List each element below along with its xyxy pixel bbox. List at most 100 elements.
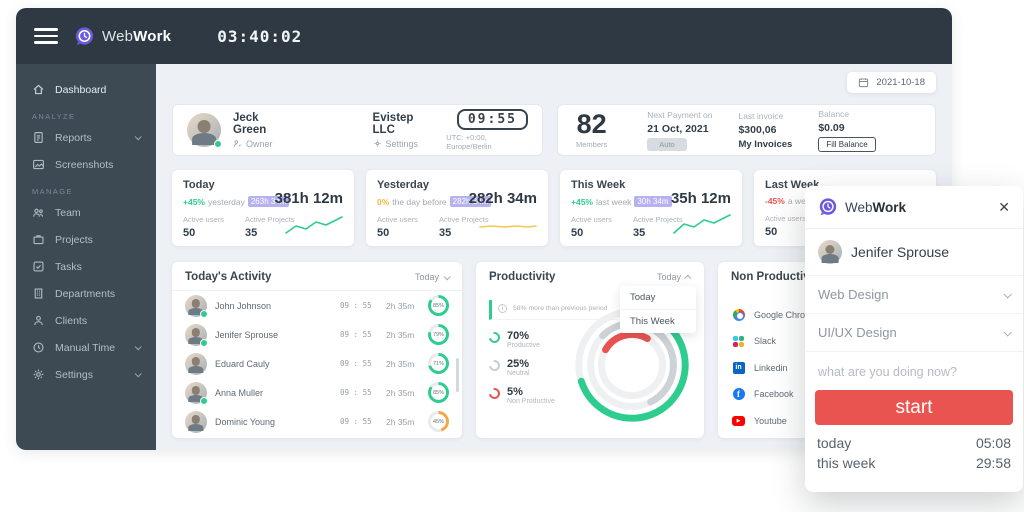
productivity-filter-dropdown[interactable]: Today <box>657 272 691 282</box>
activity-filter-dropdown[interactable]: Today <box>415 272 449 282</box>
avatar <box>185 353 207 375</box>
activity-description-input[interactable] <box>805 352 1023 388</box>
filter-menu: Today This Week <box>620 286 696 333</box>
productivity-ring: 85% <box>428 382 449 403</box>
sparkline <box>478 213 538 237</box>
productivity-ring: 85% <box>428 295 449 316</box>
productive-arc-icon <box>487 330 502 345</box>
week-total: 29:58 <box>976 455 1011 471</box>
delta-value: 0% <box>377 197 389 207</box>
chevron-down-icon <box>1003 328 1011 336</box>
brand-logo: WebWork <box>74 26 171 47</box>
youtube-icon: ▶ <box>732 414 745 427</box>
team-icon <box>32 206 45 219</box>
activity-card: Today's Activity Today John Johnson 09 :… <box>172 262 462 438</box>
menu-item-today[interactable]: Today <box>620 286 696 310</box>
gear-icon <box>32 368 45 381</box>
activity-row[interactable]: Anna Muller 09 : 55 2h 35m 85% <box>172 378 462 407</box>
neutral-arc-icon <box>487 358 502 373</box>
stat-card-this-week: This Week +45% last week 30h 34m 35h 12m… <box>560 170 742 246</box>
sparkline <box>672 213 732 237</box>
delta-value: +45% <box>183 197 205 207</box>
tracker-brand: WebWork <box>845 200 906 215</box>
sidebar-item-tasks[interactable]: Tasks <box>16 253 156 280</box>
avatar <box>185 411 207 433</box>
clock-icon <box>32 341 45 354</box>
hamburger-menu-icon[interactable] <box>34 28 58 44</box>
chevron-down-icon <box>135 370 142 377</box>
user-role: Owner <box>233 139 291 149</box>
productivity-ring: 79% <box>428 324 449 345</box>
info-icon: i <box>498 304 507 313</box>
activity-row[interactable]: Eduard Cauly 09 : 55 2h 35m 71% <box>172 349 462 378</box>
online-status-dot <box>200 310 208 318</box>
delta-value: +45% <box>571 197 593 207</box>
calendar-icon <box>858 77 869 88</box>
home-icon <box>32 83 45 96</box>
productivity-card: Productivity Today Today This Week i 58%… <box>476 262 704 438</box>
sidebar-section-analyze: ANALYZE <box>16 103 156 124</box>
non-productive-arc-icon <box>487 386 502 401</box>
avatar <box>185 382 207 404</box>
auto-badge: Auto <box>647 138 686 151</box>
stat-card-today: Today +45% yesterday 263h 34m 381h 12m A… <box>172 170 354 246</box>
company-name: Evistep LLC <box>373 112 435 136</box>
gear-icon <box>373 139 382 148</box>
productivity-title: Productivity <box>489 271 555 283</box>
task-select[interactable]: UI/UX Design <box>805 314 1023 352</box>
sidebar-item-clients[interactable]: Clients <box>16 307 156 334</box>
fill-balance-button[interactable]: Fill Balance <box>818 137 875 152</box>
tracked-time-counter: 03:40:02 <box>217 27 302 46</box>
company-settings-link[interactable]: Settings <box>373 139 435 149</box>
activity-row[interactable]: Dominic Young 09 : 55 2h 35m 45% <box>172 407 462 436</box>
sidebar-item-reports[interactable]: Reports <box>16 124 156 151</box>
total-hours: 282h 34m <box>469 190 537 207</box>
sidebar-item-departments[interactable]: Departments <box>16 280 156 307</box>
project-select[interactable]: Web Design <box>805 276 1023 314</box>
timezone-label: UTC: +0:00, Europe/Berlin <box>446 133 528 151</box>
activity-title: Today's Activity <box>185 271 271 283</box>
sidebar-item-manual-time[interactable]: Manual Time <box>16 334 156 361</box>
activity-row[interactable]: John Johnson 09 : 55 2h 35m 85% <box>172 291 462 320</box>
sidebar-item-projects[interactable]: Projects <box>16 226 156 253</box>
tracker-summary: today05:08 this week29:58 <box>805 431 1023 475</box>
sidebar-item-screenshots[interactable]: Screenshots <box>16 151 156 178</box>
close-icon[interactable]: ✕ <box>998 200 1010 214</box>
chevron-down-icon <box>1003 290 1011 298</box>
sidebar-item-dashboard[interactable]: Dashboard <box>16 76 156 103</box>
delta-value: -45% <box>765 196 785 206</box>
sidebar-item-team[interactable]: Team <box>16 199 156 226</box>
tracker-header: WebWork ✕ <box>805 186 1023 229</box>
webwork-logo-icon <box>818 197 838 217</box>
briefcase-icon <box>32 233 45 246</box>
members-count: 82 Members <box>576 111 607 149</box>
chevron-down-icon <box>135 343 142 350</box>
activity-row[interactable]: Jenifer Sprouse 09 : 55 2h 35m 79% <box>172 320 462 349</box>
online-status-dot <box>200 339 208 347</box>
chevron-down-icon <box>135 133 142 140</box>
avatar <box>818 240 842 264</box>
menu-item-this-week[interactable]: This Week <box>620 310 696 333</box>
owner-icon <box>233 139 242 148</box>
sidebar-item-settings[interactable]: Settings <box>16 361 156 388</box>
online-status-dot <box>200 397 208 405</box>
person-icon <box>32 314 45 327</box>
webwork-logo-icon <box>74 26 95 47</box>
tracker-widget: WebWork ✕ Jenifer Sprouse Web Design UI/… <box>805 186 1023 492</box>
productivity-legend: 70%Productive 25%Neutral 5%Non Productiv… <box>489 330 704 405</box>
sparkline <box>284 213 344 237</box>
my-invoices-link[interactable]: My Invoices <box>738 139 792 150</box>
local-time-clock: 09:55 <box>457 109 528 130</box>
chrome-icon <box>732 308 745 321</box>
building-icon <box>32 287 45 300</box>
linkedin-icon: in <box>732 361 745 374</box>
report-icon <box>32 131 45 144</box>
avatar <box>185 324 207 346</box>
productivity-ring: 45% <box>428 411 449 432</box>
sidebar: Dashboard ANALYZE Reports Screenshots MA… <box>16 64 156 450</box>
account-card: 82 Members Next Payment on 21 Oct, 2021 … <box>557 104 936 156</box>
date-value: 2021-10-18 <box>876 77 925 88</box>
date-picker[interactable]: 2021-10-18 <box>847 72 936 93</box>
start-button[interactable]: start <box>815 390 1013 425</box>
scrollbar[interactable] <box>456 358 459 392</box>
